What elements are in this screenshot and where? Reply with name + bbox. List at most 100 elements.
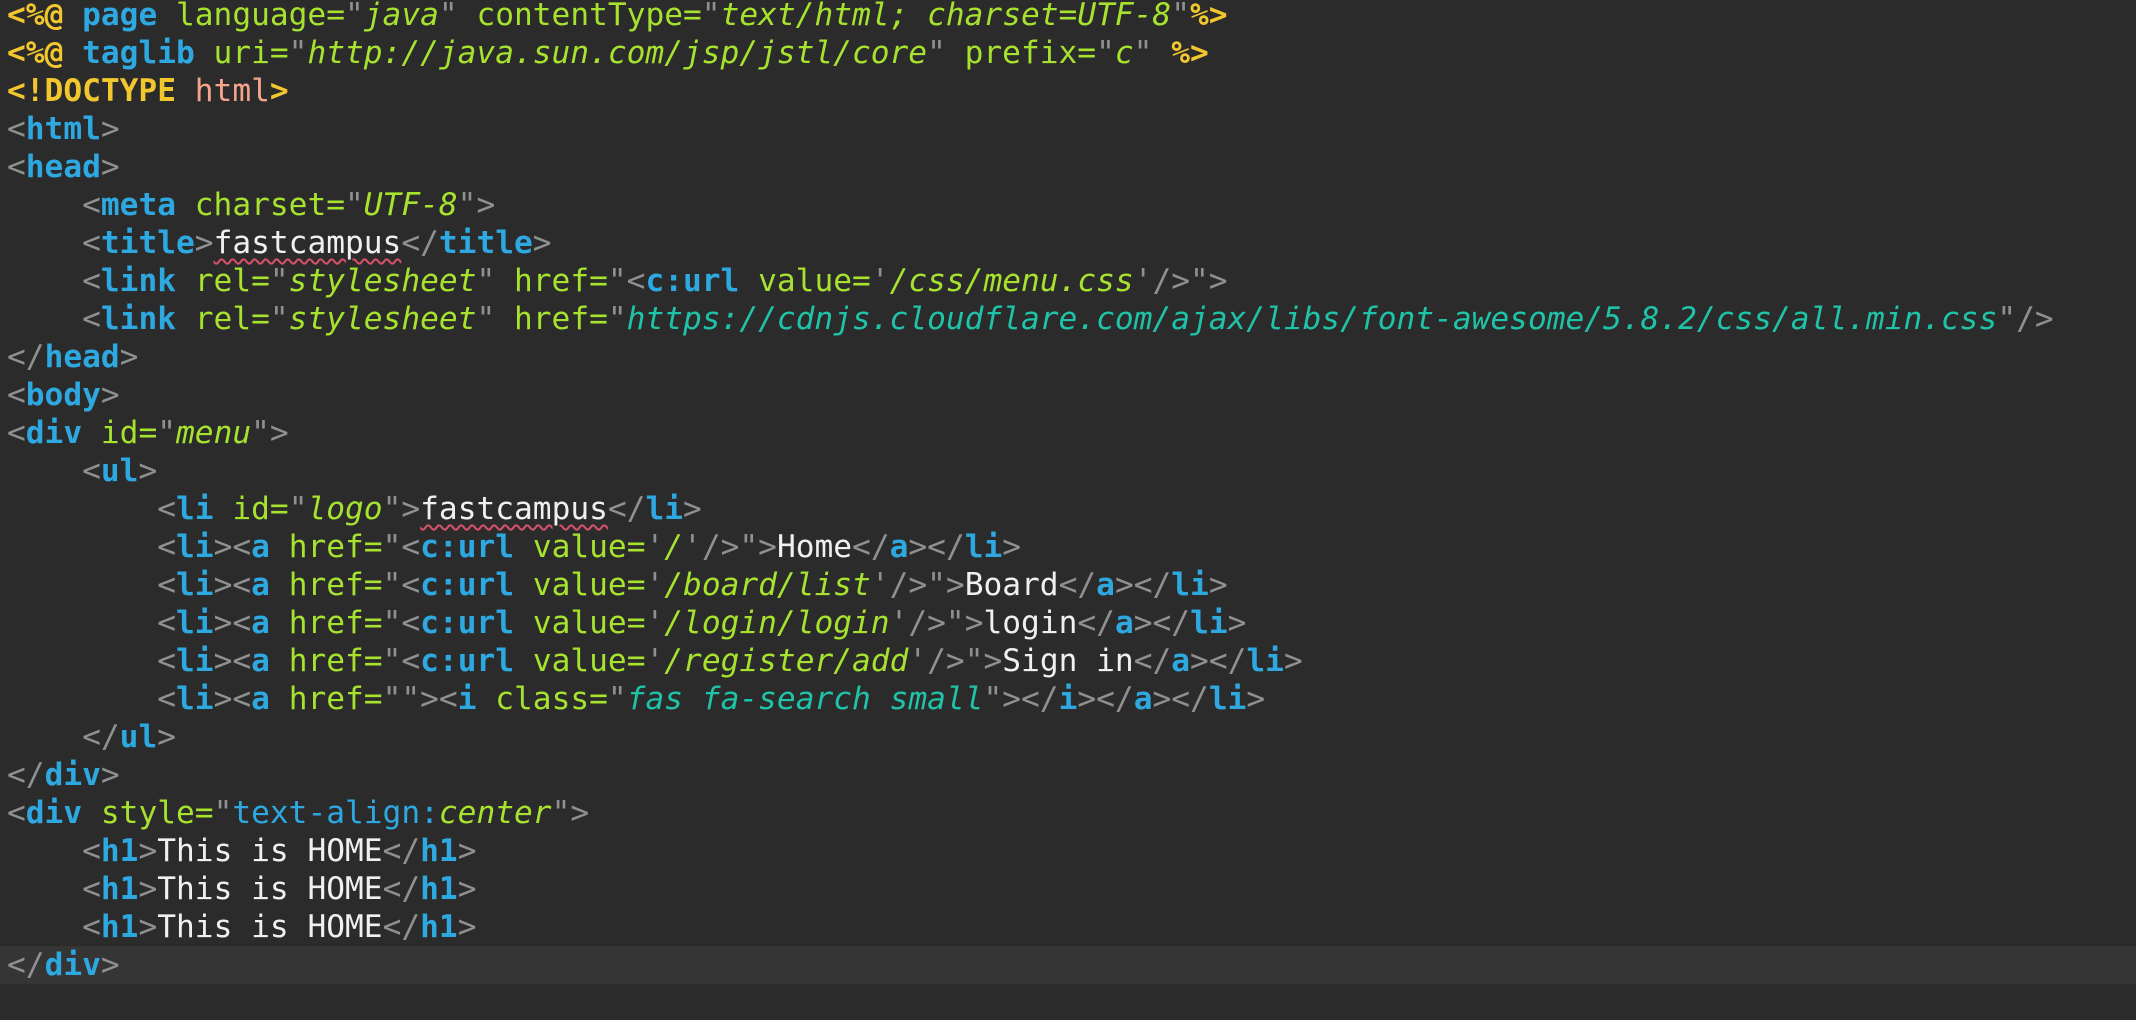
code-token: div xyxy=(44,757,101,793)
code-token: ></ xyxy=(1077,681,1134,717)
code-token: ' xyxy=(908,643,928,679)
code-token: li xyxy=(176,681,214,717)
code-token: a xyxy=(251,681,289,717)
code-token: c xyxy=(1114,35,1134,71)
code-token: rel= xyxy=(194,301,270,337)
code-token: " xyxy=(269,263,289,299)
code-token: This is HOME xyxy=(157,909,383,945)
code-token: < xyxy=(7,377,26,413)
code-token: " xyxy=(701,0,721,33)
code-token: " xyxy=(345,187,364,223)
misspelled-word: fastcampus xyxy=(420,491,608,527)
code-line[interactable]: </ul> xyxy=(7,718,176,756)
code-token: ' xyxy=(645,529,665,565)
code-token: taglib xyxy=(82,35,214,71)
code-token: > xyxy=(457,833,477,869)
code-token: c:url xyxy=(645,263,759,299)
code-token: < xyxy=(7,301,101,337)
code-line[interactable]: <div id="menu"> xyxy=(7,414,289,452)
code-line[interactable]: <ul> xyxy=(7,452,157,490)
code-token: a xyxy=(1133,681,1153,717)
code-token: > xyxy=(100,111,120,147)
code-token: stylesheet xyxy=(288,263,477,299)
code-token: < xyxy=(7,567,176,603)
code-token: body xyxy=(25,377,101,413)
code-token: https://cdnjs.cloudflare.com/ajax/libs/f… xyxy=(626,301,1998,337)
code-token: > xyxy=(138,909,158,945)
code-token: />"> xyxy=(1152,263,1228,299)
code-token: id= xyxy=(100,415,158,451)
code-line[interactable]: <li><a href="<c:url value='/register/add… xyxy=(7,642,1303,680)
code-token: < xyxy=(7,909,101,945)
code-token: head xyxy=(25,149,101,185)
code-line[interactable]: </head> xyxy=(7,338,138,376)
code-token: value= xyxy=(532,529,646,565)
code-token: ' xyxy=(645,643,665,679)
code-token: < xyxy=(7,453,101,489)
code-token: > xyxy=(457,909,477,945)
code-line[interactable]: </div> xyxy=(7,756,120,794)
code-line[interactable]: <meta charset="UTF-8"> xyxy=(7,186,495,224)
code-token: value= xyxy=(532,605,646,641)
code-line[interactable]: <h1>This is HOME</h1> xyxy=(7,870,476,908)
code-token: >< xyxy=(213,681,252,717)
code-token: prefix= xyxy=(964,35,1097,71)
code-token: Sign in xyxy=(1002,643,1134,679)
code-line[interactable]: <h1>This is HOME</h1> xyxy=(7,832,476,870)
code-token: stylesheet xyxy=(288,301,477,337)
code-line[interactable]: <link rel="stylesheet" href="https://cdn… xyxy=(7,300,2054,338)
code-line[interactable]: <li id="logo">fastcampus</li> xyxy=(7,490,702,528)
code-token: a xyxy=(1171,643,1191,679)
code-line[interactable]: <link rel="stylesheet" href="<c:url valu… xyxy=(7,262,1228,300)
code-token: c:url xyxy=(420,567,533,603)
code-token: ' xyxy=(645,567,665,603)
code-token: "">< xyxy=(382,681,458,717)
code-token: title xyxy=(438,225,533,261)
code-line[interactable]: <div style="text-align:center"> xyxy=(7,794,589,832)
code-line[interactable]: <head> xyxy=(7,148,120,186)
code-token: ></ xyxy=(1133,605,1191,641)
code-line[interactable]: <%@ page language="java" contentType="te… xyxy=(7,0,1228,34)
code-token: > xyxy=(457,871,477,907)
code-token: " xyxy=(1171,0,1190,33)
code-token: > xyxy=(138,833,158,869)
code-token: /board/list xyxy=(664,567,871,603)
code-token: a xyxy=(1114,605,1134,641)
code-token: fas fa-search small xyxy=(626,681,984,717)
code-line[interactable]: <title>fastcampus</title> xyxy=(7,224,551,262)
code-token: > xyxy=(194,225,214,261)
code-line[interactable]: <html> xyxy=(7,110,120,148)
code-token: text-align: xyxy=(232,795,439,831)
code-line-current[interactable]: </div> xyxy=(0,946,2136,984)
code-token: /css/menu.css xyxy=(889,263,1134,299)
code-token: </ xyxy=(382,833,421,869)
code-line[interactable]: <!DOCTYPE html> xyxy=(7,72,289,110)
code-token: ' xyxy=(645,605,665,641)
code-token: " xyxy=(288,491,308,527)
code-line[interactable]: <li><a href="<c:url value='/board/list'/… xyxy=(7,566,1227,604)
code-token: UTF-8 xyxy=(363,187,458,223)
code-token: ul xyxy=(100,453,139,489)
code-line[interactable]: <li><a href="<c:url value='/'/>">Home</a… xyxy=(7,528,1021,566)
code-token: li xyxy=(1208,681,1247,717)
code-token: " xyxy=(438,0,477,33)
code-token: value= xyxy=(758,263,871,299)
code-token: </ xyxy=(7,719,120,755)
code-token: </ xyxy=(1058,567,1097,603)
code-token: i xyxy=(457,681,496,717)
code-line[interactable]: <h1>This is HOME</h1> xyxy=(7,908,476,946)
code-line[interactable]: <%@ taglib uri="http://java.sun.com/jsp/… xyxy=(7,34,1209,72)
code-token: ul xyxy=(119,719,158,755)
code-token: html xyxy=(194,73,270,109)
code-token: li xyxy=(176,605,214,641)
code-line[interactable]: <li><a href=""><i class="fas fa-search s… xyxy=(7,680,1265,718)
code-token: "> xyxy=(457,187,496,223)
code-line[interactable]: <body> xyxy=(7,376,120,414)
code-token: " xyxy=(269,301,289,337)
code-editor[interactable]: <%@ page language="java" contentType="te… xyxy=(0,0,2136,1020)
code-token: ></ xyxy=(1190,643,1247,679)
code-line[interactable]: <li><a href="<c:url value='/login/login'… xyxy=(7,604,1246,642)
code-token: value= xyxy=(532,567,646,603)
code-token: <%@ xyxy=(7,0,83,33)
code-token: " xyxy=(157,415,177,451)
